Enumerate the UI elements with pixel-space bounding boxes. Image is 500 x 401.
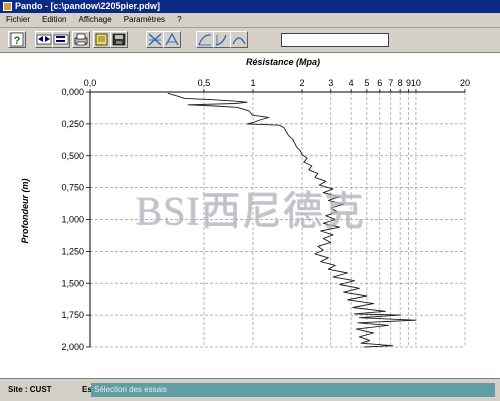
y-tick-label: 1,500 — [61, 278, 84, 288]
title-bar: Pando - [c:\pandow\2205pier.pdw] — [0, 0, 500, 13]
x-tick-label: 0,5 — [198, 78, 211, 88]
menu-affichage[interactable]: Affichage — [72, 13, 117, 27]
x-tick-label: 8 — [398, 78, 403, 88]
x-tick-label: 2 — [300, 78, 305, 88]
arrows-icon — [36, 34, 52, 45]
y-tick-label: 0,500 — [61, 151, 84, 161]
curve-2-icon — [165, 32, 179, 46]
x-tick-label: 1 — [250, 78, 255, 88]
x-tick-label: 0,0 — [84, 78, 97, 88]
menu-bar: Fichier Edition Affichage Paramètres? — [0, 13, 500, 28]
test-selection-panel[interactable]: Sélection des essais — [91, 383, 495, 397]
print-icon — [74, 33, 88, 46]
print-button[interactable] — [72, 31, 90, 48]
status-bar: Site : CUST Ess Sélection des essais — [0, 378, 500, 401]
toolbar: ? — [0, 28, 500, 53]
y-tick-label: 0,750 — [61, 183, 84, 193]
x-tick-label: 20 — [460, 78, 470, 88]
menu-edition[interactable]: Edition — [36, 13, 72, 27]
x-tick-label: 3 — [328, 78, 333, 88]
curve-3-button[interactable] — [196, 31, 214, 48]
curve-2-button[interactable] — [163, 31, 181, 48]
watermark: BSI西尼德克 — [135, 188, 365, 233]
curve-5-icon — [232, 37, 246, 45]
x-tick-label: 4 — [349, 78, 354, 88]
x-tick-label: 5 — [364, 78, 369, 88]
menu-parametres[interactable]: Paramètres — [118, 13, 171, 27]
document-button[interactable] — [93, 31, 111, 48]
y-tick-label: 0,250 — [61, 119, 84, 129]
menu-help[interactable]: ? — [171, 13, 187, 27]
curve-3-icon — [198, 34, 212, 46]
y-tick-label: 1,750 — [61, 310, 84, 320]
y-axis-label: Profondeur (m) — [20, 179, 30, 244]
toolbar-input[interactable] — [281, 33, 389, 47]
y-tick-label: 1,000 — [61, 215, 84, 225]
navigate-alt-button[interactable] — [52, 31, 70, 48]
navigate-button[interactable] — [35, 31, 53, 48]
chart-title: Résistance (Mpa) — [246, 57, 320, 67]
y-tick-label: 1,250 — [61, 246, 84, 256]
app-icon — [3, 2, 12, 11]
y-tick-label: 2,000 — [61, 342, 84, 352]
window-title: Pando - [c:\pandow\2205pier.pdw] — [15, 1, 161, 11]
help-icon: ? — [10, 32, 24, 47]
menu-fichier[interactable]: Fichier — [0, 13, 36, 27]
x-tick-label: 6 — [377, 78, 382, 88]
y-axis-ticks: 0,000 0,250 0,500 0,750 1,000 1,250 1,500 1,750… — [61, 87, 91, 352]
curve-1-button[interactable] — [146, 31, 164, 48]
x-axis-ticks: 0,0 0,5 1 2 3 4 5 6 7 8 9 10 20 — [84, 78, 470, 93]
curve-1-icon — [148, 33, 162, 46]
curve-5-button[interactable] — [230, 31, 248, 48]
curve-4-button[interactable] — [213, 31, 231, 48]
save-icon — [112, 33, 126, 46]
x-tick-label: 7 — [388, 78, 393, 88]
site-label: Site : CUST — [8, 385, 52, 394]
arrows-alt-icon — [53, 34, 69, 45]
svg-text:?: ? — [14, 35, 21, 47]
curve-4-icon — [215, 34, 227, 46]
x-tick-label: 10 — [411, 78, 421, 88]
save-button[interactable] — [110, 31, 128, 48]
document-icon — [95, 33, 108, 46]
y-tick-label: 0,000 — [61, 87, 84, 97]
help-button[interactable]: ? — [8, 31, 26, 48]
